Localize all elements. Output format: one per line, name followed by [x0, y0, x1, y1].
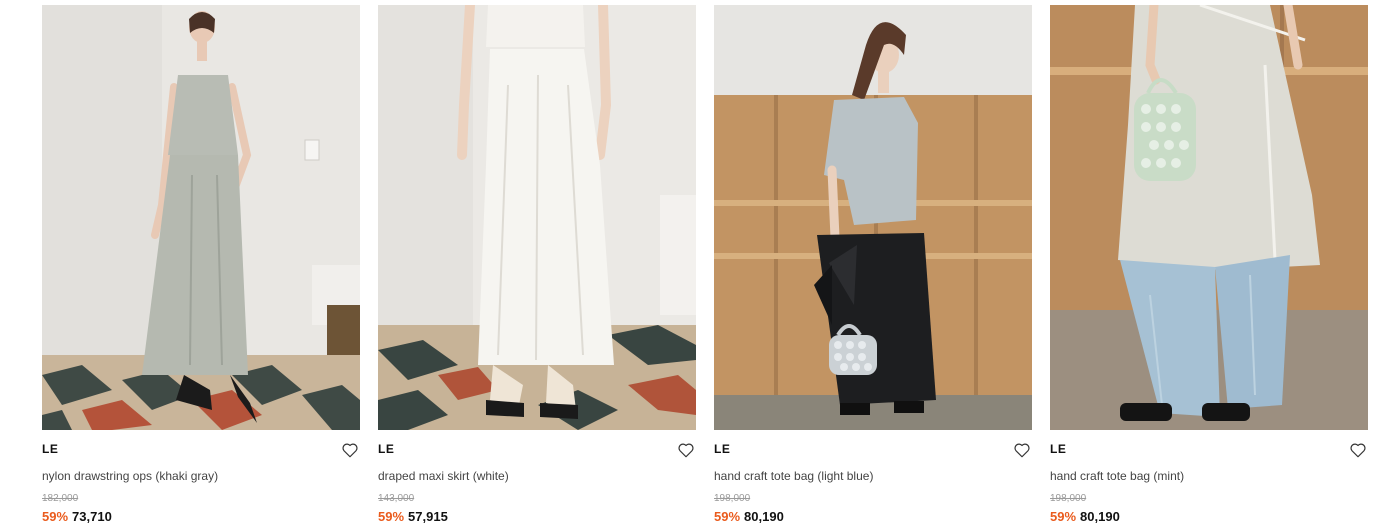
wishlist-heart-icon[interactable] [341, 441, 359, 459]
brand-name[interactable]: LE [378, 442, 394, 456]
discount-rate: 59% [42, 509, 69, 524]
product-image[interactable] [378, 5, 696, 430]
wishlist-heart-icon[interactable] [677, 441, 695, 459]
wishlist-heart-icon[interactable] [1013, 441, 1031, 459]
sale-price: 57,915 [408, 509, 448, 524]
product-card[interactable]: LE hand craft tote bag (light blue) 198,… [714, 5, 1032, 527]
brand-name[interactable]: LE [42, 442, 58, 456]
discount-rate: 59% [714, 509, 741, 524]
product-image[interactable] [1050, 5, 1368, 430]
price-row: 59% 73,710 [42, 509, 112, 524]
sale-price: 73,710 [72, 509, 112, 524]
original-price: 198,000 [1050, 493, 1087, 504]
wishlist-heart-icon[interactable] [1349, 441, 1367, 459]
product-name[interactable]: draped maxi skirt (white) [378, 469, 509, 483]
product-name[interactable]: hand craft tote bag (mint) [1050, 469, 1184, 483]
original-price: 182,000 [42, 493, 79, 504]
price-row: 59% 57,915 [378, 509, 448, 524]
product-card[interactable]: LE draped maxi skirt (white) 143,000 59%… [378, 5, 696, 527]
product-name[interactable]: hand craft tote bag (light blue) [714, 469, 873, 483]
product-image[interactable] [714, 5, 1032, 430]
sale-price: 80,190 [1080, 509, 1120, 524]
product-card[interactable]: LE nylon drawstring ops (khaki gray) 182… [42, 5, 360, 527]
original-price: 143,000 [378, 493, 415, 504]
brand-name[interactable]: LE [714, 442, 730, 456]
price-row: 59% 80,190 [714, 509, 784, 524]
discount-rate: 59% [1050, 509, 1077, 524]
product-card[interactable]: LE hand craft tote bag (mint) 198,000 59… [1050, 5, 1368, 527]
product-image[interactable] [42, 5, 360, 430]
price-row: 59% 80,190 [1050, 509, 1120, 524]
discount-rate: 59% [378, 509, 405, 524]
sale-price: 80,190 [744, 509, 784, 524]
product-name[interactable]: nylon drawstring ops (khaki gray) [42, 469, 218, 483]
original-price: 198,000 [714, 493, 751, 504]
brand-name[interactable]: LE [1050, 442, 1066, 456]
